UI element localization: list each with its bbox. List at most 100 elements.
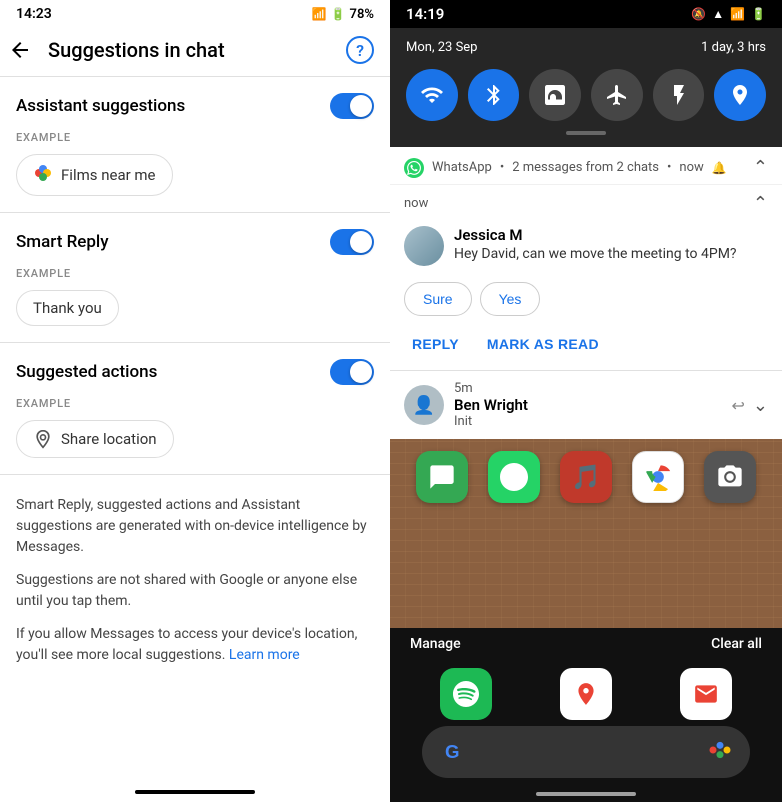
left-panel: 14:23 📶 🔋 78% Suggestions in chat ? Assi…	[0, 0, 390, 802]
music-app-icon[interactable]: 🎵	[560, 451, 612, 503]
notif-time-label-2: 5m	[454, 381, 473, 396]
suggested-actions-label: Suggested actions	[16, 362, 157, 382]
notif-collapsed-2[interactable]: 👤 5m Ben Wright Init ↩ ⌄	[390, 371, 782, 439]
left-status-bar: 14:23 📶 🔋 78%	[0, 0, 390, 28]
spotify-dock-icon[interactable]	[440, 668, 492, 720]
right-status-icons: 🔕 ▲ 📶 🔋	[691, 7, 766, 21]
qs-pill	[566, 131, 606, 135]
qs-date: Mon, 23 Sep	[406, 40, 477, 55]
mute-icon: 🔔	[712, 161, 727, 175]
expand-chevron[interactable]: ⌄	[753, 395, 768, 416]
quick-reply-buttons: Sure Yes	[390, 278, 782, 326]
sure-button[interactable]: Sure	[404, 282, 472, 316]
svg-text:G: G	[445, 741, 460, 762]
qs-date-row: Mon, 23 Sep 1 day, 3 hrs	[406, 40, 766, 55]
suggested-actions-toggle[interactable]	[330, 359, 374, 385]
ben-avatar: 👤	[404, 385, 444, 425]
qs-battery-time: 1 day, 3 hrs	[701, 40, 766, 55]
bluetooth-toggle[interactable]	[468, 69, 520, 121]
notif-collapse-top[interactable]: ⌃	[753, 157, 768, 178]
reply-icon: ↩	[732, 396, 745, 415]
suggested-actions-chip: Share location	[16, 420, 174, 458]
notif-message-1: Jessica M Hey David, can we move the mee…	[390, 218, 782, 278]
notification-bottom-bar: Manage Clear all	[390, 628, 782, 660]
search-bar-container: G	[390, 726, 782, 802]
ben-message: Init	[454, 414, 528, 429]
message-sender-1: Jessica M	[454, 226, 768, 244]
signal-icon: 📶	[730, 7, 745, 21]
page-title: Suggestions in chat	[48, 38, 330, 62]
notif-timestamp: now	[679, 160, 703, 175]
manage-button[interactable]: Manage	[410, 636, 461, 652]
nfc-toggle[interactable]	[529, 69, 581, 121]
airplane-toggle[interactable]	[591, 69, 643, 121]
flashlight-toggle[interactable]	[653, 69, 705, 121]
notif-collapse-btn[interactable]: ⌃	[753, 193, 768, 214]
whatsapp-icon	[404, 158, 424, 178]
home-indicator-right	[536, 792, 636, 796]
assistant-suggestions-chip: Films near me	[16, 154, 173, 196]
suggested-actions-row: Suggested actions	[0, 343, 390, 393]
battery-icon: 🔋	[751, 7, 766, 21]
right-time: 14:19	[406, 5, 444, 23]
dnd-icon: 🔕	[691, 7, 706, 21]
info-paragraph-1: Smart Reply, suggested actions and Assis…	[16, 495, 374, 558]
app-grid: 🎵	[390, 439, 782, 515]
left-battery: 78%	[350, 7, 374, 22]
learn-more-link[interactable]: Learn more	[229, 647, 300, 663]
wifi-toggle[interactable]	[406, 69, 458, 121]
message-text-1: Hey David, can we move the meeting to 4P…	[454, 246, 768, 262]
notif-summary: 2 messages from 2 chats	[512, 160, 659, 175]
location-toggle[interactable]	[714, 69, 766, 121]
left-header: Suggestions in chat ?	[0, 28, 390, 76]
smart-reply-toggle[interactable]	[330, 229, 374, 255]
mark-as-read-button[interactable]: Mark as read	[473, 328, 613, 360]
left-time: 14:23	[16, 6, 52, 22]
whatsapp-notification-card: WhatsApp • 2 messages from 2 chats • now…	[390, 147, 782, 439]
suggested-actions-section: Suggested actions EXAMPLE Share location	[0, 343, 390, 474]
right-panel: 14:19 🔕 ▲ 📶 🔋 Mon, 23 Sep 1 day, 3 hrs	[390, 0, 782, 802]
suggested-actions-example-label: EXAMPLE	[0, 393, 390, 416]
gmail-dock-icon[interactable]	[680, 668, 732, 720]
back-button[interactable]	[8, 38, 32, 62]
chrome-app-icon[interactable]	[632, 451, 684, 503]
smart-reply-row: Smart Reply	[0, 213, 390, 263]
notif-time-label-1: now	[404, 196, 428, 211]
help-button[interactable]: ?	[346, 36, 374, 64]
app-dock	[390, 660, 782, 726]
notif-dot: •	[500, 160, 504, 175]
assistant-suggestions-label: Assistant suggestions	[16, 96, 185, 116]
app-row-1: 🎵	[416, 451, 756, 503]
info-paragraph-3: If you allow Messages to access your dev…	[16, 624, 374, 666]
home-indicator	[135, 790, 255, 794]
reply-button[interactable]: Reply	[398, 328, 473, 360]
yes-button[interactable]: Yes	[480, 282, 541, 316]
smart-reply-section: Smart Reply EXAMPLE Thank you	[0, 213, 390, 342]
smart-reply-chip: Thank you	[16, 290, 119, 326]
clear-all-button[interactable]: Clear all	[711, 636, 762, 652]
assistant-suggestions-example-label: EXAMPLE	[0, 127, 390, 150]
quick-settings: Mon, 23 Sep 1 day, 3 hrs	[390, 28, 782, 147]
notif-actions: Reply Mark as read	[390, 326, 782, 370]
notif-header: WhatsApp • 2 messages from 2 chats • now…	[390, 147, 782, 185]
message-content-1: Jessica M Hey David, can we move the mee…	[454, 226, 768, 262]
messages-app-icon[interactable]	[416, 451, 468, 503]
notif-header-left: WhatsApp • 2 messages from 2 chats • now…	[404, 158, 727, 178]
whatsapp-app-name: WhatsApp	[432, 160, 492, 175]
search-bar-dots	[706, 736, 734, 768]
right-status-bar: 14:19 🔕 ▲ 📶 🔋	[390, 0, 782, 28]
google-search-bar[interactable]: G	[422, 726, 750, 778]
jessica-avatar	[404, 226, 444, 266]
google-assistant-icon	[33, 163, 53, 187]
location-chip-icon	[33, 429, 53, 449]
home-screen: 🎵	[390, 439, 782, 628]
smart-reply-chip-text: Thank you	[33, 299, 102, 317]
assistant-suggestions-section: Assistant suggestions EXAMPLE Films near…	[0, 77, 390, 212]
suggested-actions-chip-text: Share location	[61, 430, 157, 448]
whatsapp-app-icon[interactable]	[488, 451, 540, 503]
notif-time-section: now ⌃	[390, 185, 782, 218]
assistant-suggestions-toggle[interactable]	[330, 93, 374, 119]
smart-reply-example-label: EXAMPLE	[0, 263, 390, 286]
maps-dock-icon[interactable]	[560, 668, 612, 720]
camera-app-icon[interactable]	[704, 451, 756, 503]
